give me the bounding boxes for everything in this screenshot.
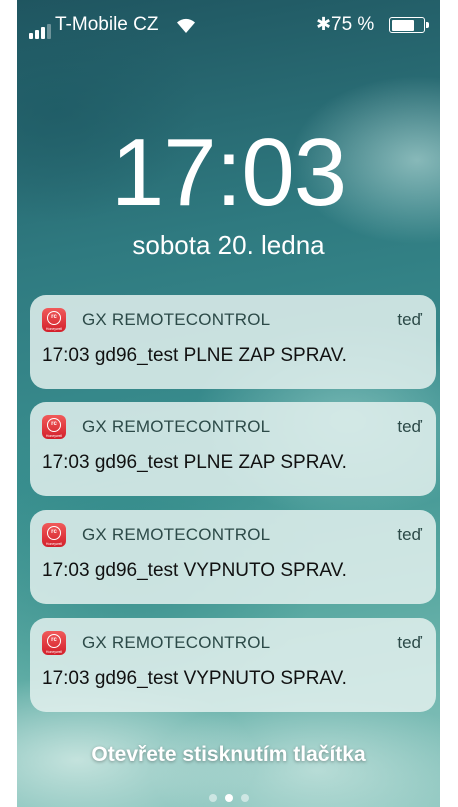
notification-message: 17:03 gd96_test PLNE ZAP SPRAV. (42, 345, 347, 366)
gx-remotecontrol-app-icon: rc Honeywell (42, 631, 66, 655)
lock-screen-clock: 17:03 (110, 119, 347, 226)
battery-icon (389, 17, 429, 33)
gx-remotecontrol-app-icon: rc Honeywell (42, 415, 66, 439)
notification-message: 17:03 gd96_test VYPNUTO SPRAV. (42, 560, 347, 581)
bluetooth-icon: ✱ (316, 14, 332, 34)
page-dot (240, 794, 249, 802)
app-icon-ring: rc (47, 418, 61, 432)
app-icon-brand: Honeywell (45, 542, 63, 546)
notification-header: rc Honeywell GX REMOTECONTROL teď (42, 523, 422, 547)
notification-message: 17:03 gd96_test VYPNUTO SPRAV. (42, 668, 347, 689)
wifi-icon (177, 18, 195, 33)
app-icon-ring: rc (47, 311, 61, 325)
carrier-name: T-Mobile CZ (55, 14, 159, 35)
notification-time: teď (397, 633, 422, 652)
app-icon-brand: Honeywell (45, 434, 63, 438)
lock-screen: T-Mobile CZ ✱ 75 % 17:03 sobota 20. ledn… (17, 0, 440, 807)
notification-time: teď (397, 417, 422, 436)
battery-percentage: 75 % (331, 14, 375, 35)
notification-time: teď (397, 525, 422, 544)
unlock-hint: Otevřete stisknutím tlačítka (91, 743, 366, 766)
signal-strength-icon (29, 24, 51, 39)
notification-header: rc Honeywell GX REMOTECONTROL teď (42, 631, 422, 655)
notification-card[interactable]: rc Honeywell GX REMOTECONTROL teď 17:03 … (30, 402, 436, 496)
page-dot (224, 794, 233, 802)
notification-app-name: GX REMOTECONTROL (82, 310, 271, 329)
status-bar: T-Mobile CZ ✱ 75 % (17, 0, 440, 40)
app-icon-brand: Honeywell (45, 327, 63, 331)
notification-app-name: GX REMOTECONTROL (82, 633, 271, 652)
page-indicator (17, 794, 440, 802)
battery-level-fill (391, 19, 414, 31)
lock-screen-date: sobota 20. ledna (132, 230, 325, 260)
gx-remotecontrol-app-icon: rc Honeywell (42, 308, 66, 332)
notification-card[interactable]: rc Honeywell GX REMOTECONTROL teď 17:03 … (30, 618, 436, 712)
gx-remotecontrol-app-icon: rc Honeywell (42, 523, 66, 547)
notification-app-name: GX REMOTECONTROL (82, 417, 271, 436)
notification-card[interactable]: rc Honeywell GX REMOTECONTROL teď 17:03 … (30, 510, 436, 604)
notification-time: teď (397, 310, 422, 329)
notification-card[interactable]: rc Honeywell GX REMOTECONTROL teď 17:03 … (30, 295, 436, 389)
page-dot (208, 794, 217, 802)
notification-header: rc Honeywell GX REMOTECONTROL teď (42, 415, 422, 439)
app-icon-brand: Honeywell (45, 650, 63, 654)
notification-header: rc Honeywell GX REMOTECONTROL teď (42, 308, 422, 332)
app-icon-ring: rc (47, 634, 61, 648)
notification-message: 17:03 gd96_test PLNE ZAP SPRAV. (42, 452, 347, 473)
app-icon-ring: rc (47, 526, 61, 540)
notification-app-name: GX REMOTECONTROL (82, 525, 271, 544)
